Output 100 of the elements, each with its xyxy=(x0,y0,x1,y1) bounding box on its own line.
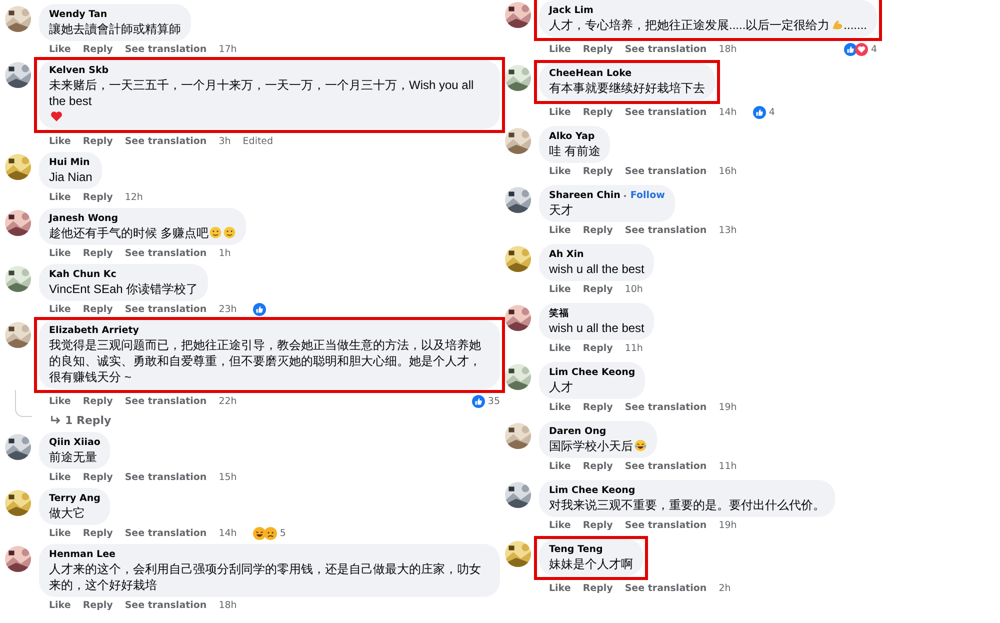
flexed-arm-icon xyxy=(830,18,844,31)
comment-time: 23h xyxy=(218,304,237,315)
comment-action-link[interactable]: Reply xyxy=(82,472,113,483)
crying-reaction-icon[interactable] xyxy=(264,527,277,540)
comment-text: 讓她去讀會計師或精算師 xyxy=(49,21,181,37)
comment-action-link[interactable]: Like xyxy=(49,472,71,483)
comment-action-link[interactable]: Reply xyxy=(82,248,113,259)
comment-action-link[interactable]: Like xyxy=(49,396,71,407)
emoji-icon xyxy=(223,226,236,239)
laughing-reaction-icon[interactable] xyxy=(252,527,266,540)
commenter-name[interactable]: Terry Ang xyxy=(49,492,100,505)
comment-action-link[interactable]: Reply xyxy=(82,136,113,147)
comment-text: Jia Nian xyxy=(49,169,92,185)
comment-action-link[interactable]: Like xyxy=(549,461,571,472)
comment-action-link[interactable]: Like xyxy=(549,284,571,295)
comment-action-link[interactable]: Like xyxy=(549,107,571,118)
comment-action-link[interactable]: See translation xyxy=(624,225,707,236)
comment-action-link[interactable]: Like xyxy=(49,600,71,611)
comment-action-link[interactable]: Reply xyxy=(582,225,613,236)
comment-time: 15h xyxy=(218,472,237,483)
comment-action-link[interactable]: See translation xyxy=(624,107,707,118)
comment-action-link[interactable]: Like xyxy=(549,402,571,413)
comment-action-link[interactable]: See translation xyxy=(124,528,207,539)
commenter-name[interactable]: Wendy Tan xyxy=(49,8,108,21)
comment-action-link[interactable]: Reply xyxy=(582,583,613,594)
commenter-name[interactable]: Ah Xin xyxy=(549,248,584,261)
commenter-name[interactable]: Alko Yap xyxy=(549,130,595,143)
comment-action-link[interactable]: Reply xyxy=(82,192,113,203)
view-replies-link[interactable]: 1 Reply xyxy=(32,414,112,426)
comment-action-link[interactable]: See translation xyxy=(124,600,207,611)
comment-action-link[interactable]: See translation xyxy=(124,304,207,315)
comment-action-link[interactable]: See translation xyxy=(124,396,207,407)
comment-action-link[interactable]: Reply xyxy=(582,343,613,354)
follow-link[interactable]: Follow xyxy=(630,189,665,202)
comment-action-link[interactable]: Reply xyxy=(582,402,613,413)
comment-action-link[interactable]: Reply xyxy=(82,528,113,539)
comment-action-link[interactable]: Like xyxy=(49,192,71,203)
commenter-name[interactable]: Kah Chun Kc xyxy=(49,268,116,281)
comment-action-link[interactable]: Like xyxy=(49,528,71,539)
comment-action-link[interactable]: Like xyxy=(549,583,571,594)
edited-label: Edited xyxy=(242,136,274,147)
comment-action-link[interactable]: Reply xyxy=(82,304,113,315)
commenter-name[interactable]: Kelven Skb xyxy=(49,64,109,77)
comment-action-link[interactable]: See translation xyxy=(124,44,207,55)
comment-text: 前途无量 xyxy=(49,449,97,465)
comment-text: 有本事就要继续好好栽培下去 xyxy=(549,80,705,96)
emoji-icon xyxy=(209,226,222,239)
comment-action-link[interactable]: Like xyxy=(49,44,71,55)
comment-action-link[interactable]: Reply xyxy=(582,107,613,118)
commenter-name[interactable]: Lim Chee Keong xyxy=(549,484,636,497)
comment-action-link[interactable]: Reply xyxy=(82,396,113,407)
comment-action-link[interactable]: Like xyxy=(549,166,571,177)
comment-action-link[interactable]: See translation xyxy=(624,520,707,531)
comment-action-link[interactable]: Like xyxy=(549,520,571,531)
comment-action-link[interactable]: Reply xyxy=(582,520,613,531)
comment-action-link[interactable]: Like xyxy=(549,225,571,236)
comment-time: 3h xyxy=(218,136,231,147)
commenter-name[interactable]: Shareen Chin xyxy=(549,189,620,202)
comment-time: 17h xyxy=(218,44,237,55)
reaction-count: 35 xyxy=(488,396,500,407)
comment-action-link[interactable]: Reply xyxy=(582,166,613,177)
like-reaction-icon[interactable] xyxy=(752,106,766,119)
comment-text: 未来赌后，一天三五千，一个月十来万，一天一万，一个月三十万，Wish you all the best xyxy=(49,77,475,109)
commenter-name[interactable]: Janesh Wong xyxy=(49,212,118,225)
commenter-name[interactable]: Lim Chee Keong xyxy=(549,366,636,379)
commenter-name[interactable]: Henman Lee xyxy=(49,548,116,561)
commenter-name[interactable]: Qiin Xiiao xyxy=(49,436,100,449)
like-reaction-icon[interactable] xyxy=(252,303,266,316)
comment-text: 人才来的这个，会利用自己强项分刮同学的零用钱，还是自己做最大的庄家，叻女来的，这个好好栽培 xyxy=(49,561,482,593)
comment-action-link[interactable]: See translation xyxy=(624,402,707,413)
comment-action-link[interactable]: Reply xyxy=(82,600,113,611)
comment-action-link[interactable]: See translation xyxy=(124,248,207,259)
commenter-name[interactable]: Elizabeth Arriety xyxy=(49,324,139,337)
commenter-name[interactable]: CheeHean Loke xyxy=(549,67,632,80)
like-reaction-icon[interactable] xyxy=(844,43,857,56)
like-reaction-icon[interactable] xyxy=(472,395,485,408)
comment-action-link[interactable]: Like xyxy=(49,304,71,315)
heart-reaction-icon[interactable] xyxy=(854,43,868,56)
comment-action-link[interactable]: Like xyxy=(49,136,71,147)
comment-time: 12h xyxy=(124,192,143,203)
comment-action-link[interactable]: Reply xyxy=(82,44,113,55)
comment-action-link[interactable]: Reply xyxy=(582,44,613,55)
comment-action-link[interactable]: See translation xyxy=(124,136,207,147)
commenter-name[interactable]: Teng Teng xyxy=(549,543,603,556)
commenter-name[interactable]: Hui Min xyxy=(49,156,90,169)
commenter-name[interactable]: 笑福 xyxy=(549,307,569,320)
comment-action-link[interactable]: See translation xyxy=(624,583,707,594)
comment-action-link[interactable]: See translation xyxy=(624,166,707,177)
comment-action-link[interactable]: Like xyxy=(549,343,571,354)
comment-action-link[interactable]: Reply xyxy=(582,284,613,295)
comment-action-link[interactable]: See translation xyxy=(624,461,707,472)
comment-action-link[interactable]: Reply xyxy=(582,461,613,472)
comment-action-link[interactable]: Like xyxy=(49,248,71,259)
comment-text: 做大它 xyxy=(49,505,85,521)
comment-action-link[interactable]: Like xyxy=(549,44,571,55)
commenter-name[interactable]: Daren Ong xyxy=(549,425,606,438)
comment-action-link[interactable]: See translation xyxy=(624,44,707,55)
comment-time: 19h xyxy=(718,520,737,531)
commenter-name[interactable]: Jack Lim xyxy=(549,4,594,17)
comment-action-link[interactable]: See translation xyxy=(124,472,207,483)
